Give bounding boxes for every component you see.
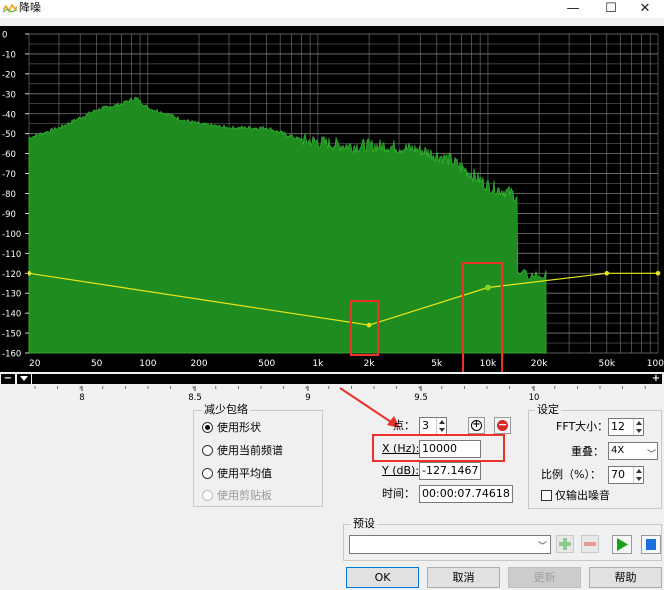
svg-text:-80: -80 (2, 190, 16, 200)
svg-text:0: 0 (2, 31, 7, 41)
svg-text:2k: 2k (364, 359, 376, 369)
db-axis: 0 -10 -20 -30 -40 -50 -60 -70 -80 -90 -100 -110 -120… (0, 26, 29, 372)
svg-text:20k: 20k (531, 359, 548, 369)
highlight-box-x-field (372, 434, 505, 462)
svg-text:8.5: 8.5 (188, 393, 202, 403)
time-field[interactable]: 00:00:07.74618 (419, 485, 513, 503)
help-button[interactable]: 帮助 (589, 567, 662, 588)
curve-point[interactable] (604, 270, 610, 276)
radio-use-clipboard (202, 490, 213, 501)
radio-use-average[interactable] (202, 468, 213, 479)
chevron-down-icon: ﹀ (647, 450, 657, 460)
svg-text:-40: -40 (2, 110, 16, 120)
svg-text:1k: 1k (312, 359, 324, 369)
svg-text:-90: -90 (2, 210, 16, 220)
use-average-label: 使用平均值 (217, 467, 272, 480)
svg-text:100: 100 (139, 359, 156, 369)
preset-title: 预设 (351, 517, 377, 530)
svg-text:-50: -50 (2, 130, 16, 140)
svg-text:-30: -30 (2, 90, 16, 100)
ratio-label: 比例（%）： (541, 468, 601, 481)
minus-circle-icon: − (497, 418, 508, 431)
svg-text:-120: -120 (2, 270, 21, 280)
close-button[interactable]: ✕ (626, 0, 664, 18)
svg-text:50: 50 (91, 359, 103, 369)
overlap-label: 重叠： (571, 445, 604, 458)
svg-text:10: 10 (529, 393, 540, 403)
noise-spectrum-graph[interactable]: 0 -10 -20 -30 -40 -50 -60 -70 -80 -90 -100 -110 -120… (0, 26, 664, 372)
time-ruler: 8 8.5 9 9.5 10 (34, 386, 646, 403)
svg-text:-130: -130 (2, 290, 21, 300)
radio-use-shape[interactable] (202, 422, 213, 433)
fft-size-spinner[interactable] (633, 419, 643, 435)
svg-text:-20: -20 (2, 70, 16, 80)
stop-icon (646, 539, 656, 550)
svg-text:-60: -60 (2, 150, 16, 160)
zoom-in-button[interactable]: + (650, 374, 662, 384)
point-label: 点： (393, 419, 415, 432)
time-label: 时间： (382, 487, 415, 500)
add-point-button[interactable]: + (468, 417, 485, 434)
svg-text:-140: -140 (2, 310, 21, 320)
svg-text:9: 9 (305, 393, 310, 403)
green-plus-icon (559, 538, 571, 550)
minimize-button[interactable]: — (554, 0, 592, 18)
zoom-scrollbar[interactable] (32, 374, 650, 384)
play-icon (617, 538, 628, 551)
update-button: 更新 (508, 567, 581, 588)
point-number-spinner[interactable] (436, 418, 446, 434)
noise-only-checkbox[interactable] (541, 490, 552, 501)
cancel-button[interactable]: 取消 (427, 567, 500, 588)
remove-point-button[interactable]: − (494, 417, 511, 434)
plus-circle-icon: + (471, 419, 482, 431)
ratio-spinner[interactable] (633, 467, 643, 483)
curve-point[interactable] (484, 284, 491, 291)
svg-text:-70: -70 (2, 170, 16, 180)
radio-use-current-spectrum[interactable] (202, 445, 213, 456)
curve-point[interactable] (366, 322, 372, 328)
curve-point[interactable] (655, 270, 661, 276)
svg-text:-10: -10 (2, 50, 16, 60)
noise-only-label: 仅输出噪音 (555, 489, 610, 502)
noise-spectrum-area (28, 96, 547, 354)
svg-text:9.5: 9.5 (414, 393, 428, 403)
fft-size-label: FFT大小： (556, 420, 609, 433)
app-waveform-icon (3, 3, 17, 13)
svg-text:-150: -150 (2, 330, 21, 340)
preset-remove-button[interactable] (581, 535, 599, 553)
y-db-label: Y (dB): (382, 464, 420, 477)
svg-text:5k: 5k (431, 359, 443, 369)
svg-text:-110: -110 (2, 250, 21, 260)
red-minus-icon (584, 542, 596, 546)
y-db-field[interactable]: -127.1467 (419, 462, 481, 480)
chevron-down-icon: ﹀ (538, 542, 548, 552)
zoom-out-button[interactable]: − (1, 374, 15, 384)
maximize-button[interactable]: ☐ (592, 0, 630, 18)
svg-text:-100: -100 (2, 230, 21, 240)
use-current-spectrum-label: 使用当前频谱 (217, 444, 283, 457)
svg-text:8: 8 (79, 393, 84, 403)
ok-button[interactable]: OK (346, 567, 419, 588)
reduce-envelope-title: 减少包络 (202, 403, 250, 416)
play-button[interactable] (612, 535, 632, 554)
svg-text:20: 20 (29, 359, 41, 369)
svg-text:50k: 50k (598, 359, 615, 369)
settings-title: 设定 (535, 403, 561, 416)
use-shape-label: 使用形状 (217, 421, 261, 434)
svg-text:200: 200 (190, 359, 207, 369)
window-title: 降噪 (19, 1, 41, 14)
zoom-menu-button[interactable] (17, 374, 31, 384)
svg-text:10k: 10k (480, 359, 497, 369)
svg-text:-160: -160 (2, 350, 21, 360)
preset-select[interactable] (349, 535, 551, 554)
use-clipboard-label: 使用剪贴板 (217, 489, 272, 502)
frequency-axis: 20 50 100 200 500 1k 2k 5k 10k 20k 50k 100k (29, 359, 664, 369)
stop-button[interactable] (641, 535, 661, 554)
svg-text:500: 500 (258, 359, 275, 369)
preset-add-button[interactable] (556, 535, 574, 553)
svg-text:100k: 100k (647, 359, 664, 369)
